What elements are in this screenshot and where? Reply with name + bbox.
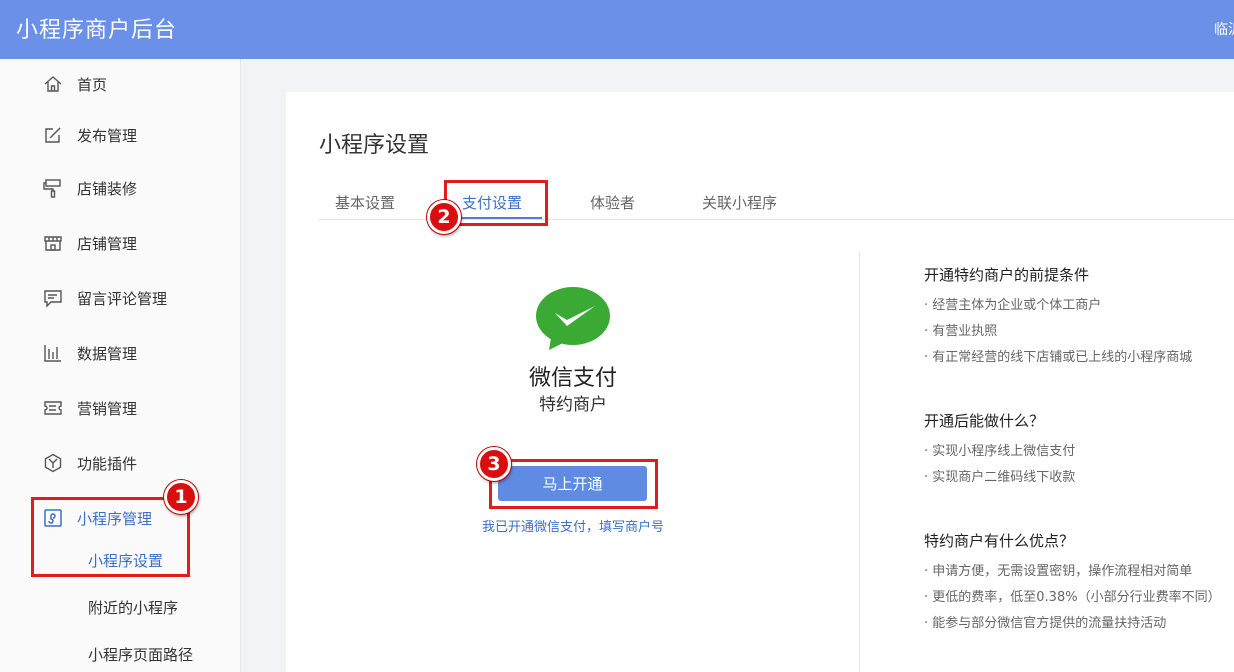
info-line: · 有正常经营的线下店铺或已上线的小程序商城	[924, 350, 1193, 365]
sidebar-item-label: 小程序管理	[77, 510, 153, 528]
info-heading: 开通特约商户的前提条件	[924, 266, 1090, 284]
info-line: · 有营业执照	[924, 324, 998, 339]
comment-icon	[44, 290, 62, 308]
info-line: · 更低的费率，低至0.38%（小部分行业费率不同）	[924, 590, 1221, 605]
sidebar-subitem-label: 小程序设置	[88, 552, 164, 570]
info-line: · 申请方便，无需设置密钥，操作流程相对简单	[924, 564, 1193, 579]
sidebar-item-home[interactable]: 首页	[0, 64, 241, 104]
sidebar-item-label: 店铺装修	[77, 180, 138, 198]
tab-basic-settings[interactable]: 基本设置	[335, 192, 395, 213]
sidebar-item-publish[interactable]: 发布管理	[0, 115, 241, 155]
sidebar-item-label: 功能插件	[77, 455, 138, 473]
info-line: · 经营主体为企业或个体工商户	[924, 298, 1102, 313]
sidebar-subitem-label: 附近的小程序	[88, 599, 179, 617]
sidebar-subitem-mini-program-settings[interactable]: 小程序设置	[0, 541, 241, 577]
info-line: · 实现小程序线上微信支付	[924, 444, 1076, 459]
main-panel: 小程序设置 基本设置 支付设置 体验者 关联小程序 微信支付 特约商户 马上开通…	[286, 92, 1234, 672]
sidebar-item-marketing[interactable]: 营销管理	[0, 388, 241, 428]
bar-chart-icon	[44, 345, 61, 362]
sidebar-subitem-page-paths[interactable]: 小程序页面路径	[0, 635, 241, 671]
wechat-pay-subtitle: 特约商户	[539, 395, 607, 415]
info-heading: 开通后能做什么？	[924, 412, 1045, 430]
sidebar-item-label: 店铺管理	[77, 235, 138, 253]
annotation-badge-3: 3	[477, 447, 511, 481]
tab-testers[interactable]: 体验者	[590, 192, 635, 213]
sidebar-item-decoration[interactable]: 店铺装修	[0, 168, 241, 208]
annotation-badge-2: 2	[427, 200, 461, 234]
open-now-button[interactable]: 马上开通	[498, 466, 647, 501]
mini-program-icon	[44, 509, 62, 527]
tab-linked-mini-programs[interactable]: 关联小程序	[702, 192, 777, 213]
sidebar-item-label: 发布管理	[77, 127, 138, 145]
tab-payment-settings[interactable]: 支付设置	[462, 192, 522, 213]
sidebar-item-label: 留言评论管理	[77, 290, 168, 308]
page-title: 小程序设置	[319, 133, 430, 158]
paint-roller-icon	[43, 179, 61, 198]
sidebar-item-comments[interactable]: 留言评论管理	[0, 278, 241, 318]
info-heading: 特约商户有什么优点？	[924, 532, 1075, 550]
wechat-pay-title: 微信支付	[528, 366, 617, 391]
sidebar-item-label: 营销管理	[77, 400, 138, 418]
home-icon	[44, 76, 62, 92]
sidebar: 首页 发布管理 店铺装修 店铺管理 留言评论管理 数据管理 营销管理 功能插件 …	[0, 59, 241, 672]
info-section-benefits-after-opening: 开通后能做什么？ · 实现小程序线上微信支付 · 实现商户二维码线下收款	[924, 410, 1234, 497]
info-line: · 能参与部分微信官方提供的流量扶持活动	[924, 616, 1167, 631]
store-icon	[44, 236, 62, 251]
sidebar-subitem-label: 小程序页面路径	[88, 646, 194, 664]
sidebar-item-plugins[interactable]: 功能插件	[0, 443, 241, 483]
info-line: · 实现商户二维码线下收款	[924, 470, 1076, 485]
info-section-advantages: 特约商户有什么优点？ · 申请方便，无需设置密钥，操作流程相对简单 · 更低的费…	[924, 530, 1234, 643]
vertical-divider	[859, 252, 860, 672]
sidebar-item-data[interactable]: 数据管理	[0, 333, 241, 373]
edit-icon	[45, 127, 61, 143]
sidebar-item-label: 首页	[77, 76, 108, 94]
annotation-badge-1: 1	[164, 480, 198, 514]
sidebar-item-store[interactable]: 店铺管理	[0, 223, 241, 263]
ticket-icon	[44, 401, 62, 415]
wechat-pay-logo-icon	[536, 287, 610, 350]
sidebar-item-mini-program[interactable]: 小程序管理	[0, 498, 241, 538]
sidebar-item-label: 数据管理	[77, 345, 138, 363]
sidebar-subitem-nearby[interactable]: 附近的小程序	[0, 588, 241, 624]
enter-merchant-id-link[interactable]: 我已开通微信支付，填写商户号	[286, 516, 860, 535]
top-header: 小程序商户后台 临沂	[0, 0, 1234, 59]
plugin-icon	[44, 453, 62, 473]
user-name[interactable]: 临沂	[1214, 19, 1234, 39]
app-title: 小程序商户后台	[16, 18, 178, 43]
info-section-prerequisites: 开通特约商户的前提条件 · 经营主体为企业或个体工商户 · 有营业执照 · 有正…	[924, 264, 1234, 377]
